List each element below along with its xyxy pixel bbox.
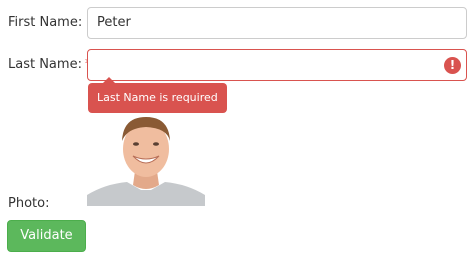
portrait-graphic xyxy=(87,113,205,206)
first-name-label: First Name: xyxy=(8,15,83,30)
last-name-label: Last Name:* xyxy=(8,57,91,72)
photo-label: Photo: xyxy=(8,196,50,211)
exclamation-icon: ! xyxy=(444,57,461,74)
last-name-label-text: Last Name: xyxy=(8,57,82,72)
last-name-error-tooltip: Last Name is required xyxy=(88,83,227,113)
last-name-input[interactable] xyxy=(87,49,467,81)
photo-image xyxy=(87,113,205,206)
validate-button[interactable]: Validate xyxy=(7,220,86,252)
first-name-input[interactable]: Peter xyxy=(87,7,467,39)
